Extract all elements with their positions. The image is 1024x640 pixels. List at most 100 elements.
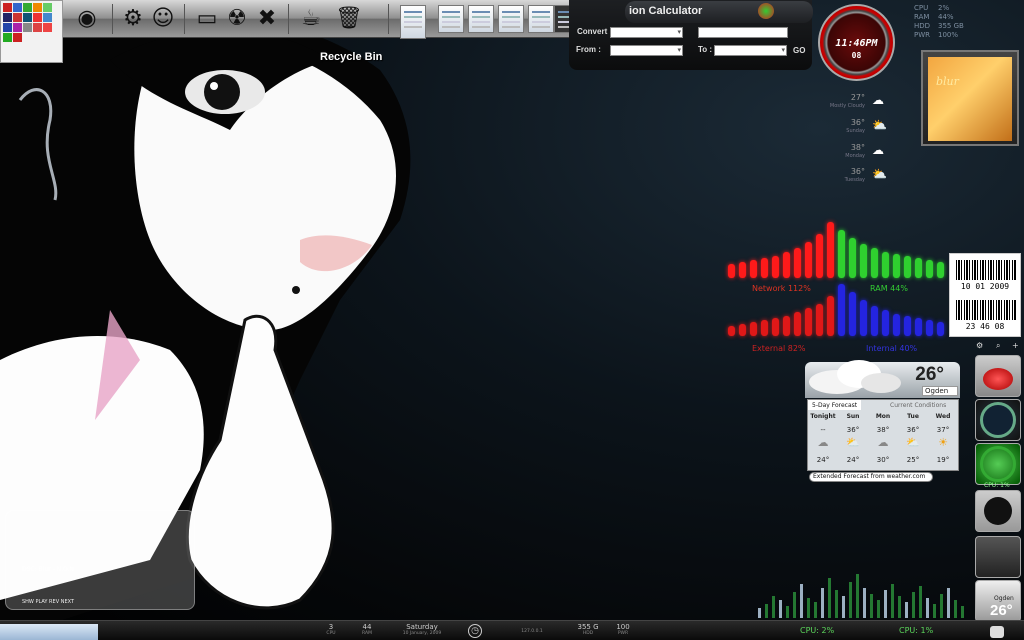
app-icon[interactable] <box>43 23 52 32</box>
taskbar-ram-stat: 44 RAM <box>362 623 372 636</box>
app-icon[interactable] <box>23 3 32 12</box>
meter-bar <box>915 258 922 278</box>
window-thumbnail[interactable] <box>468 5 494 33</box>
app-icon[interactable] <box>3 3 12 12</box>
tools-icon[interactable]: ✖ <box>252 3 282 33</box>
forecast-low: 24° <box>846 456 860 464</box>
tab-5-day-forecast[interactable]: 5-Day Forecast <box>808 400 862 410</box>
visualizer-bar <box>947 588 950 618</box>
go-button[interactable]: GO <box>793 46 805 55</box>
sidebar-gadget-cpu[interactable] <box>975 443 1021 485</box>
barcode-bars <box>956 300 1016 320</box>
coffee-cup-icon[interactable]: ☕ <box>296 3 326 33</box>
firefox-icon[interactable]: ◉ <box>72 3 102 33</box>
recycle-bin-icon[interactable]: 🗑 <box>334 3 364 33</box>
app-icon[interactable] <box>3 13 12 22</box>
meter-bar <box>750 322 757 336</box>
app-icon[interactable] <box>13 3 22 12</box>
app-icon[interactable] <box>13 13 22 22</box>
app-icon[interactable] <box>13 33 22 42</box>
visualizer-bar <box>772 596 775 618</box>
media-controls[interactable]: SHW PLAY REV NEXT <box>22 599 74 605</box>
visualizer-bar <box>779 600 782 618</box>
weather-temp: 36° <box>850 118 865 127</box>
app-icon[interactable] <box>33 23 42 32</box>
window-thumbnail[interactable] <box>498 5 524 33</box>
app-icon[interactable] <box>3 33 12 42</box>
sidebar-gadget-balls[interactable] <box>975 355 1021 397</box>
weather-list-item: 27° Mostly Cloudy ☁ <box>812 93 892 117</box>
app-icon[interactable] <box>43 3 52 12</box>
visualizer-bar <box>898 596 901 618</box>
tab-current-conditions[interactable]: Current Conditions <box>886 400 950 410</box>
convert-value-input[interactable] <box>698 27 788 38</box>
network-meter-label: Network 112% <box>752 284 811 293</box>
barcode-time: 23 46 08 <box>965 322 1005 331</box>
world-of-warcraft-icon[interactable]: ⚙ <box>118 3 148 33</box>
partly-sunny-icon: ⛅ <box>906 436 920 449</box>
forecast-high: -- <box>820 426 826 434</box>
weather-gadget[interactable]: 26° Ogden 5-Day Forecast Current Conditi… <box>805 360 960 487</box>
taskbar-cpu-meter: CPU: 1% <box>899 626 934 635</box>
monitor-icon[interactable]: ▭ <box>192 3 222 33</box>
camera-icon[interactable] <box>990 626 1004 638</box>
app-icon[interactable] <box>13 23 22 32</box>
meter-bar <box>739 324 746 336</box>
app-icon[interactable] <box>23 13 32 22</box>
ram-label: RAM <box>914 13 930 21</box>
weather-list-item: 38° Monday ☁ <box>812 143 892 167</box>
dock-separator <box>112 4 113 34</box>
radiation-icon[interactable]: ☢ <box>222 3 252 33</box>
window-thumbnail[interactable] <box>438 5 464 33</box>
visualizer-bar <box>870 594 873 618</box>
internal-meter-label: Internal 40% <box>866 344 918 353</box>
sidebar-gadget-clock[interactable] <box>975 399 1021 441</box>
meter-bar <box>761 258 768 278</box>
cloud-icon: ☁ <box>817 436 829 449</box>
to-label: To : <box>698 45 713 54</box>
taskbar-pwr-stat: 100 PWR <box>616 623 630 636</box>
start-button[interactable] <box>0 624 98 640</box>
weather-desc: Mostly Cloudy <box>829 103 865 109</box>
convert-label: Convert <box>577 27 608 36</box>
meter-bar <box>893 314 900 336</box>
album-art-gadget[interactable]: blur <box>921 50 1019 146</box>
visualizer-bar <box>919 586 922 618</box>
recycle-bin-label[interactable]: Recycle Bin <box>320 51 382 63</box>
sidebar-gadget-meter[interactable] <box>975 536 1021 578</box>
media-player-gadget[interactable]: DSC: Blur - N.O.N SHW PLAY REV NEXT <box>5 510 195 610</box>
calculator-logo-icon <box>758 3 774 19</box>
meter-bar <box>849 292 856 336</box>
weather-location-select[interactable]: Ogden <box>922 386 958 396</box>
app-icon[interactable] <box>33 3 42 12</box>
app-icon[interactable] <box>43 13 52 22</box>
visualizer-bar <box>758 608 761 618</box>
clock-icon[interactable]: ◷ <box>468 624 482 638</box>
gear-icon[interactable]: ⚙ <box>976 341 983 350</box>
weather-current-temp: 26° <box>915 364 944 385</box>
app-icon[interactable] <box>23 23 32 32</box>
vault-boy-icon[interactable]: ☺ <box>148 3 178 33</box>
sidebar-cpu-label: CPU: 1% <box>984 482 1010 489</box>
sidebar-gadget-hole[interactable] <box>975 490 1021 532</box>
window-thumbnail[interactable] <box>400 5 426 39</box>
from-unit-select[interactable]: ▾ <box>610 45 683 56</box>
extended-forecast-link[interactable]: Extended Forecast from weather.com → <box>809 472 933 487</box>
visualizer-bar <box>877 600 880 618</box>
cloud-icon <box>809 360 901 394</box>
clock-gadget[interactable]: 11:46PM 08 <box>818 4 895 81</box>
convert-category-select[interactable]: ▾ <box>610 27 683 38</box>
meter-bar <box>761 320 768 336</box>
visualizer-bar <box>828 578 831 618</box>
app-icon[interactable] <box>33 13 42 22</box>
meter-bar <box>772 318 779 336</box>
forecast-low: 19° <box>936 456 950 464</box>
search-icon[interactable]: ⌕ <box>996 341 1000 351</box>
barcode-clock-gadget: 10 01 2009 23 46 08 <box>949 253 1021 337</box>
app-icon[interactable] <box>3 23 12 32</box>
to-unit-select[interactable]: ▾ <box>714 45 787 56</box>
meter-bar <box>794 312 801 336</box>
top-dock: ◉ ⚙ ☺ ▭ ☢ ✖ ☕ 🗑 <box>0 0 618 39</box>
add-icon[interactable]: + <box>1012 341 1019 350</box>
window-thumbnail[interactable] <box>528 5 554 33</box>
